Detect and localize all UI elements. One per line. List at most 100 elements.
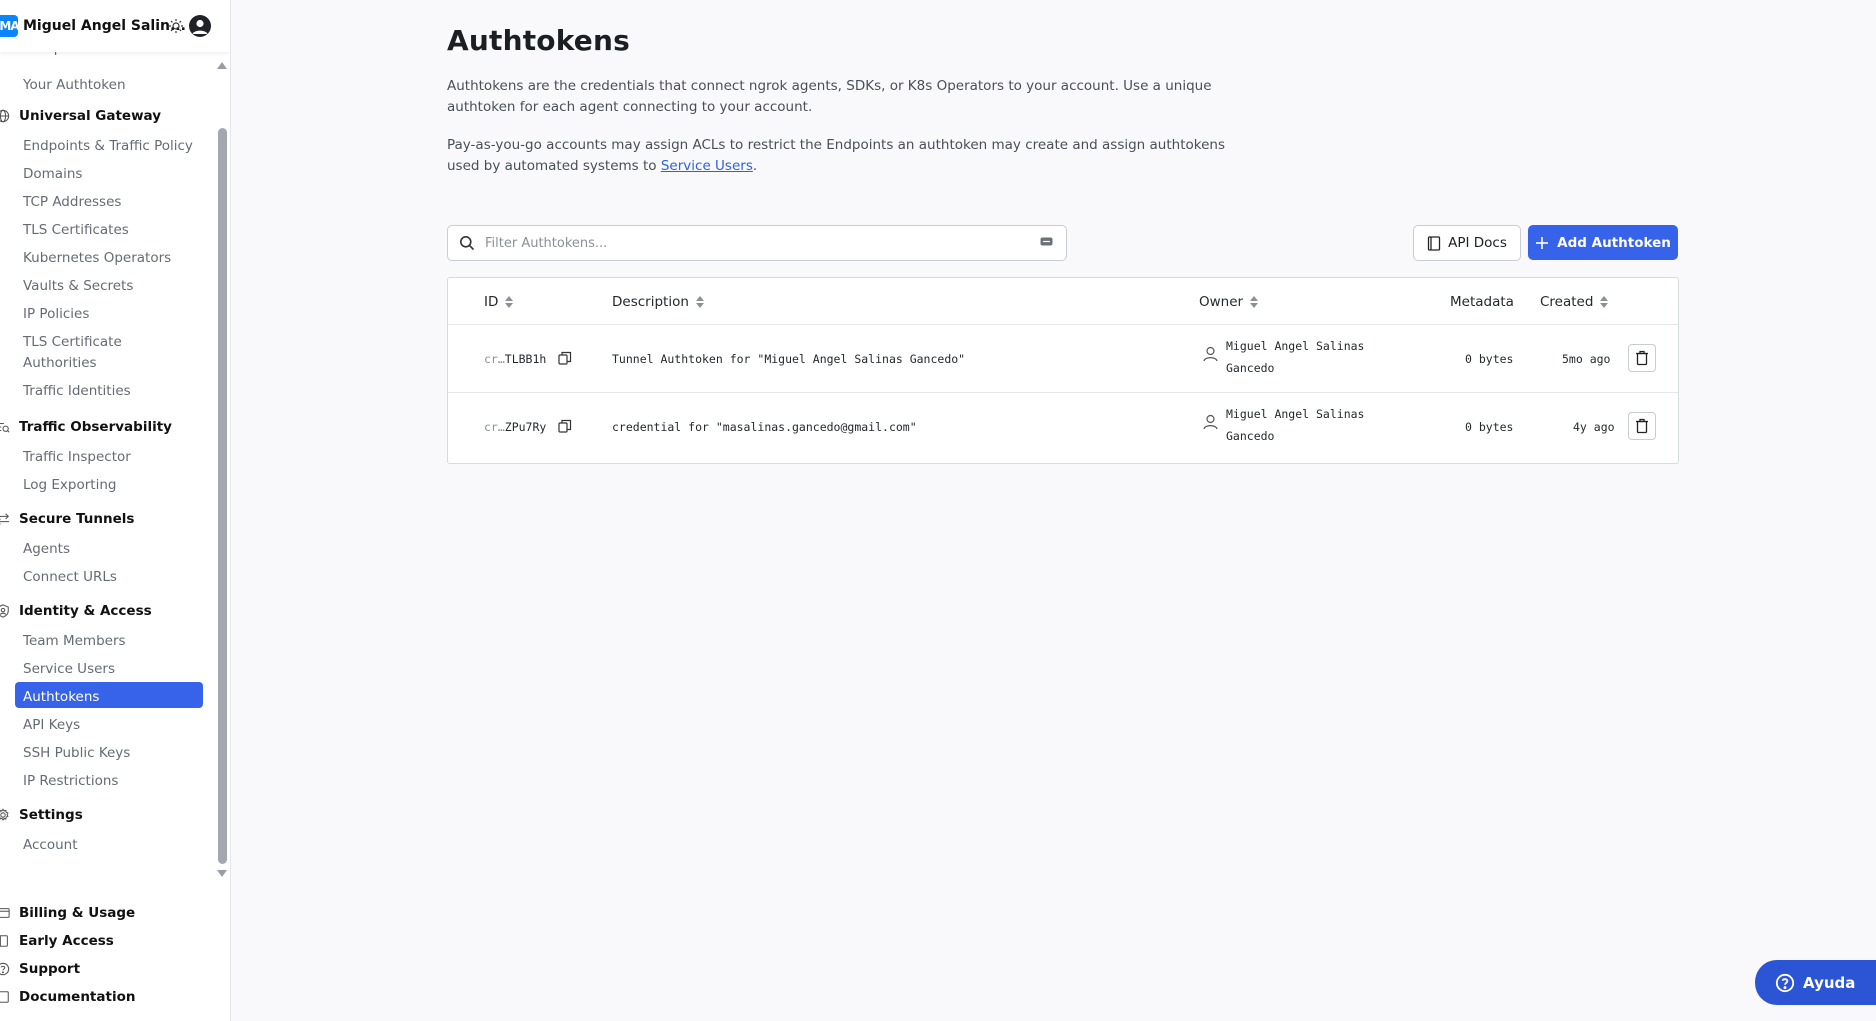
scroll-up-arrow[interactable] bbox=[217, 62, 227, 69]
theme-toggle-sun-icon[interactable] bbox=[168, 18, 184, 34]
header-label: Owner bbox=[1199, 294, 1244, 310]
description-text: . bbox=[752, 158, 758, 174]
user-outline-icon bbox=[1203, 346, 1218, 362]
sidebar-scrollbar-thumb[interactable] bbox=[218, 128, 227, 864]
metadata-size: 0 bytes bbox=[1465, 352, 1514, 366]
sidebar-item-tls-ca-line1[interactable]: TLS Certificate bbox=[23, 334, 122, 350]
service-users-link[interactable]: Service Users bbox=[661, 158, 753, 174]
page-description: Authtokens are the credentials that conn… bbox=[447, 76, 1227, 118]
gear-icon bbox=[0, 808, 9, 821]
flask-icon bbox=[0, 935, 8, 947]
sidebar-item-traffic-identities[interactable]: Traffic Identities bbox=[23, 383, 131, 399]
sidebar-item-ip-policies[interactable]: IP Policies bbox=[23, 306, 89, 322]
authtoken-id: cr…ZPu7Ry bbox=[484, 420, 546, 434]
tunnel-arrows-icon bbox=[0, 513, 10, 525]
header-label: Created bbox=[1540, 294, 1594, 310]
column-header-description[interactable]: Description bbox=[612, 294, 704, 310]
sidebar-item-tls-certificates[interactable]: TLS Certificates bbox=[23, 222, 129, 238]
sidebar-item-authtokens[interactable]: Authtokens bbox=[23, 689, 99, 705]
sidebar-item-vaults-secrets[interactable]: Vaults & Secrets bbox=[23, 278, 133, 294]
sidebar-item-connect-urls[interactable]: Connect URLs bbox=[23, 569, 117, 585]
header-label: ID bbox=[484, 294, 499, 310]
column-header-owner[interactable]: Owner bbox=[1199, 294, 1259, 310]
created-time: 5mo ago bbox=[1562, 352, 1611, 366]
filter-authtokens-field[interactable] bbox=[447, 225, 1067, 261]
sidebar-item-domains[interactable]: Domains bbox=[23, 166, 82, 182]
table-row[interactable]: cr…ZPu7Ry credential for "masalinas.ganc… bbox=[448, 392, 1678, 461]
add-authtoken-label: Add Authtoken bbox=[1557, 234, 1671, 251]
sidebar-item-traffic-inspector[interactable]: Traffic Inspector bbox=[23, 449, 131, 465]
sidebar-group-secure-tunnels[interactable]: Secure Tunnels bbox=[0, 511, 134, 527]
sidebar-item-label: Early Access bbox=[19, 933, 114, 949]
user-outline-icon bbox=[1203, 414, 1218, 430]
sidebar-item-ssh-public-keys[interactable]: SSH Public Keys bbox=[23, 745, 130, 761]
sidebar-group-universal-gateway[interactable]: Universal Gateway bbox=[0, 108, 161, 124]
sidebar-item-tcp-addresses[interactable]: TCP Addresses bbox=[23, 194, 121, 210]
copy-icon[interactable] bbox=[558, 419, 572, 433]
sort-icon[interactable] bbox=[505, 296, 514, 308]
sidebar-item-support[interactable]: Support bbox=[0, 961, 80, 977]
description-line: used by automated systems to Service Use… bbox=[447, 156, 1227, 177]
sidebar-item-account[interactable]: Account bbox=[23, 837, 78, 853]
api-docs-button[interactable]: API Docs bbox=[1413, 225, 1521, 261]
sidebar-item-api-keys[interactable]: API Keys bbox=[23, 717, 80, 733]
column-header-created[interactable]: Created bbox=[1540, 294, 1609, 310]
sidebar-header: MA Miguel Angel Salin... bbox=[0, 0, 230, 52]
add-authtoken-button[interactable]: Add Authtoken bbox=[1528, 225, 1678, 260]
shield-user-icon bbox=[0, 604, 9, 618]
sidebar-group-identity-access[interactable]: Identity & Access bbox=[0, 603, 152, 619]
table-row[interactable]: cr…TLBB1h Tunnel Authtoken for "Miguel A… bbox=[448, 324, 1678, 393]
delete-button[interactable] bbox=[1628, 412, 1656, 440]
filter-authtokens-input[interactable] bbox=[483, 234, 1027, 252]
help-question-icon bbox=[1775, 973, 1795, 992]
sidebar-item-label: Support bbox=[19, 961, 81, 977]
sidebar-item-your-authtoken[interactable]: Your Authtoken bbox=[23, 77, 126, 93]
sidebar-item-early-access[interactable]: Early Access bbox=[0, 933, 114, 949]
authtoken-description: Tunnel Authtoken for "Miguel Angel Salin… bbox=[612, 352, 966, 366]
question-circle-icon bbox=[0, 962, 10, 976]
plus-icon bbox=[1536, 236, 1549, 249]
search-icon bbox=[460, 236, 475, 251]
sort-icon[interactable] bbox=[1250, 296, 1259, 308]
sidebar-item-kubernetes-operators[interactable]: Kubernetes Operators bbox=[23, 250, 171, 266]
column-header-id[interactable]: ID bbox=[484, 294, 514, 310]
sidebar-group-settings[interactable]: Settings bbox=[0, 807, 83, 823]
id-prefix: cr… bbox=[484, 420, 505, 434]
sidebar-group-label: Universal Gateway bbox=[19, 108, 162, 124]
sidebar-item-billing[interactable]: Billing & Usage bbox=[0, 905, 135, 921]
sidebar-item-log-exporting[interactable]: Log Exporting bbox=[23, 477, 116, 493]
user-avatar[interactable] bbox=[189, 15, 211, 37]
page-title: Authtokens bbox=[447, 24, 631, 57]
description-line: authtoken for each agent connecting to y… bbox=[447, 99, 813, 115]
sidebar-nav: Setup & Installation Your Authtoken Univ… bbox=[0, 40, 214, 886]
owner-name: Miguel Angel Salinas Gancedo bbox=[1226, 339, 1365, 375]
copy-icon[interactable] bbox=[558, 351, 572, 365]
sidebar-item-service-users[interactable]: Service Users bbox=[23, 661, 115, 677]
sidebar-item-team-members[interactable]: Team Members bbox=[23, 633, 126, 649]
id-prefix: cr… bbox=[484, 352, 505, 366]
sidebar-group-traffic-observability[interactable]: Traffic Observability bbox=[0, 419, 172, 435]
authtoken-description: credential for "masalinas.gancedo@gmail.… bbox=[612, 420, 917, 434]
sidebar-item-tls-ca-line2[interactable]: Authorities bbox=[23, 355, 97, 371]
sidebar-item-agents[interactable]: Agents bbox=[23, 541, 70, 557]
sidebar-item-label: Billing & Usage bbox=[19, 905, 136, 921]
book-icon bbox=[1427, 235, 1441, 251]
keyboard-shortcut-icon bbox=[1040, 237, 1053, 246]
owner-cell: Miguel Angel Salinas Gancedo bbox=[1203, 403, 1376, 447]
org-avatar[interactable]: MA bbox=[0, 15, 20, 37]
org-switcher[interactable]: Miguel Angel Salin... bbox=[23, 18, 186, 34]
description-text: used by automated systems to bbox=[447, 158, 661, 174]
user-icon bbox=[192, 19, 208, 34]
sort-icon[interactable] bbox=[1600, 296, 1609, 308]
sort-icon[interactable] bbox=[695, 296, 704, 308]
description-line: Pay-as-you-go accounts may assign ACLs t… bbox=[447, 137, 1225, 153]
id-suffix: ZPu7Ry bbox=[504, 420, 547, 434]
api-docs-label: API Docs bbox=[1448, 235, 1507, 251]
sidebar: Setup & Installation Your Authtoken Univ… bbox=[0, 0, 231, 1021]
delete-button[interactable] bbox=[1628, 344, 1656, 372]
sidebar-item-endpoints[interactable]: Endpoints & Traffic Policy bbox=[23, 138, 193, 154]
scroll-down-arrow[interactable] bbox=[217, 870, 227, 877]
sidebar-item-documentation[interactable]: Documentation bbox=[0, 989, 135, 1005]
help-button[interactable]: Ayuda bbox=[1755, 960, 1876, 1005]
sidebar-item-ip-restrictions[interactable]: IP Restrictions bbox=[23, 773, 118, 789]
